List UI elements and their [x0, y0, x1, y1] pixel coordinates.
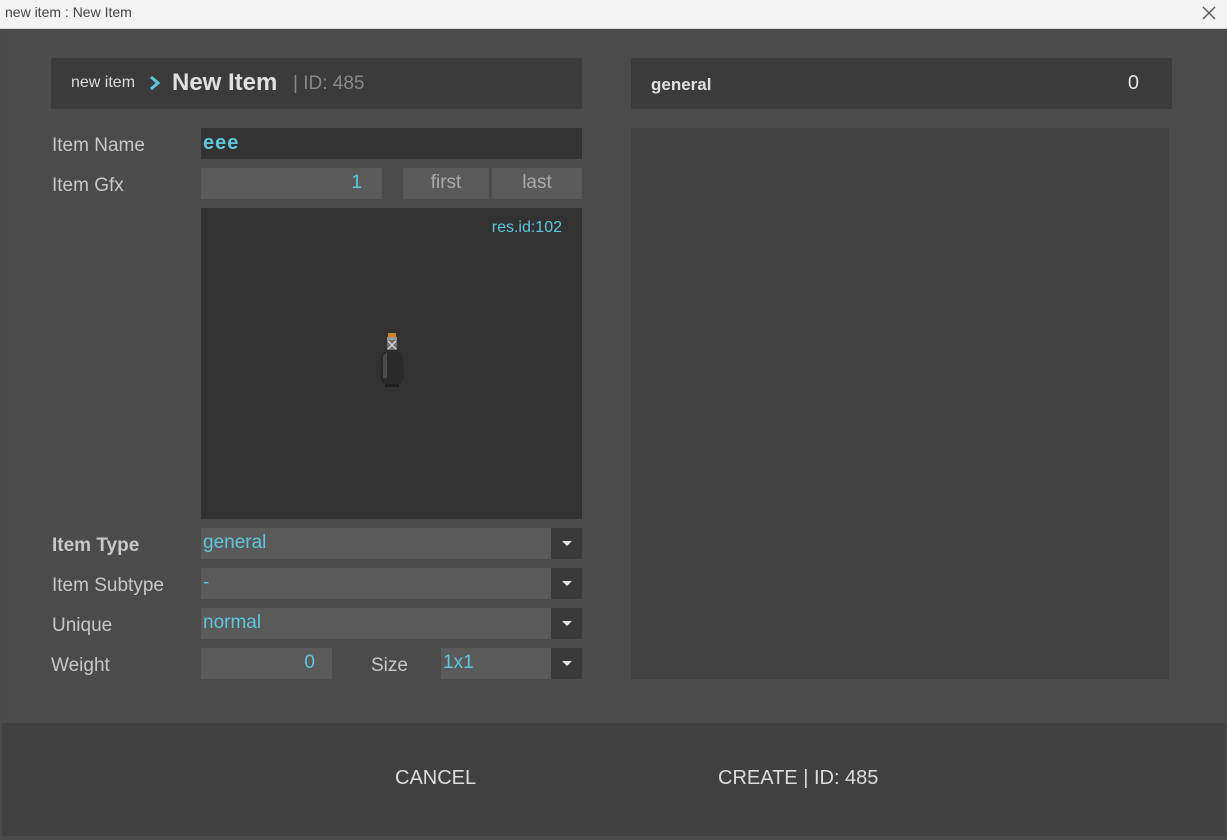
category-name: general	[651, 75, 712, 94]
category-list[interactable]	[631, 128, 1169, 679]
size-label: Size	[371, 655, 408, 676]
item-subtype-label: Item Subtype	[52, 575, 164, 596]
res-id-label: res.id:102	[491, 219, 562, 236]
item-subtype-value: -	[203, 572, 210, 593]
item-preview: res.id:102	[201, 208, 582, 519]
weight-input[interactable]: 0	[201, 648, 332, 679]
unique-value: normal	[203, 612, 262, 633]
chevron-down-icon[interactable]	[551, 528, 582, 559]
last-button[interactable]: last	[492, 168, 582, 199]
first-button[interactable]: first	[403, 168, 489, 199]
weight-label: Weight	[51, 655, 110, 676]
close-icon[interactable]	[1199, 3, 1219, 23]
item-gfx-input[interactable]: 1	[201, 168, 382, 199]
dialog-content: new item New Item | ID: 485 Item Name ee…	[2, 29, 1225, 723]
window-titlebar: new item : New Item	[0, 0, 1227, 29]
size-select[interactable]: 1x1	[441, 648, 582, 679]
item-type-select[interactable]: general	[201, 528, 582, 559]
chevron-down-icon[interactable]	[551, 568, 582, 599]
item-type-label: Item Type	[52, 535, 140, 556]
potion-bottle-icon	[380, 333, 404, 387]
item-gfx-label: Item Gfx	[52, 175, 124, 196]
breadcrumb-parent[interactable]: new item	[71, 74, 135, 92]
breadcrumb-id: | ID: 485	[293, 73, 365, 94]
chevron-down-icon[interactable]	[551, 608, 582, 639]
chevron-right-icon	[150, 76, 161, 90]
create-button[interactable]: CREATE | ID: 485	[718, 767, 878, 790]
size-value: 1x1	[443, 652, 474, 673]
unique-select[interactable]: normal	[201, 608, 582, 639]
item-name-input[interactable]: eee	[201, 128, 582, 159]
category-header: general 0	[631, 58, 1172, 109]
item-name-label: Item Name	[52, 135, 145, 156]
item-subtype-select[interactable]: -	[201, 568, 582, 599]
unique-label: Unique	[52, 615, 113, 636]
breadcrumb-current: New Item	[172, 69, 278, 96]
window-title: new item : New Item	[5, 4, 132, 20]
chevron-down-icon[interactable]	[551, 648, 582, 679]
category-count: 0	[1127, 72, 1139, 94]
dialog-footer: CANCEL CREATE | ID: 485	[2, 723, 1225, 836]
breadcrumb: new item New Item | ID: 485	[51, 58, 582, 109]
cancel-button[interactable]: CANCEL	[395, 767, 476, 790]
item-type-value: general	[203, 532, 267, 553]
